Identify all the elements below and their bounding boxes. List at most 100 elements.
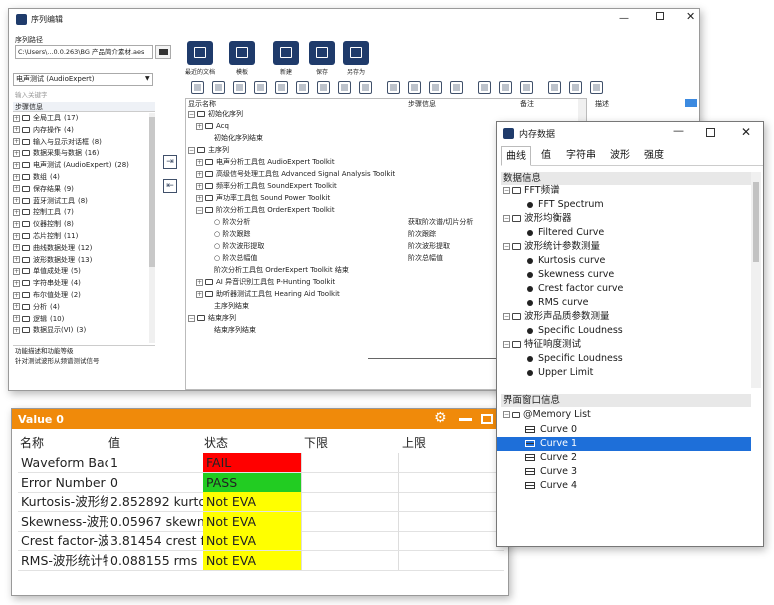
redo-icon[interactable]	[317, 81, 330, 94]
step-category[interactable]: + 数据采集与数据 (16)	[13, 148, 99, 158]
expand-icon[interactable]: +	[196, 278, 203, 286]
expand-icon[interactable]: +	[13, 126, 20, 134]
step-category[interactable]: + 保存结果 (9)	[13, 184, 74, 194]
expand-icon[interactable]: +	[13, 244, 20, 252]
expand-all-icon[interactable]	[212, 81, 225, 94]
expand-icon[interactable]: +	[13, 326, 20, 334]
data-tree-item[interactable]: − FFT频谱	[503, 184, 560, 198]
expand-icon[interactable]: +	[13, 279, 20, 287]
data-tree-item[interactable]: Specific Loudness	[527, 352, 623, 366]
move-left-button[interactable]: ⇤	[163, 179, 177, 193]
collapse-icon[interactable]: −	[503, 341, 510, 348]
data-tree-item[interactable]: Upper Limit	[527, 366, 593, 380]
step-category[interactable]: + 芯片控制 (11)	[13, 231, 78, 241]
curve-item[interactable]: Curve 4	[497, 479, 751, 493]
save-as-button[interactable]	[343, 41, 369, 65]
curve-item[interactable]: Curve 2	[497, 451, 751, 465]
toolkit-combobox[interactable]: 电声测试 (AudioExpert)	[13, 73, 153, 86]
step-category[interactable]: + 单值成处理 (5)	[13, 266, 81, 276]
expand-icon[interactable]: +	[13, 114, 20, 122]
step-category[interactable]: + 波形数据处理 (13)	[13, 255, 92, 265]
collapse-icon[interactable]: −	[196, 206, 203, 214]
tab-2[interactable]: 字符串	[561, 146, 601, 166]
chart-icon[interactable]	[450, 81, 463, 94]
expand-icon[interactable]: +	[196, 158, 203, 166]
expand-icon[interactable]: +	[13, 173, 20, 181]
step-category[interactable]: + 仪器控制 (8)	[13, 219, 74, 229]
move-right-button[interactable]: ⇥	[163, 155, 177, 169]
curve-item[interactable]: Curve 3	[497, 465, 751, 479]
collapse-icon[interactable]: −	[188, 110, 195, 118]
close-button[interactable]: ✕	[741, 125, 751, 139]
data-tree-item[interactable]: − 特征响度测试	[503, 338, 581, 352]
browse-button[interactable]	[155, 45, 171, 59]
delete-icon[interactable]	[359, 81, 372, 94]
expand-icon[interactable]: +	[13, 197, 20, 205]
expand-icon[interactable]: +	[13, 220, 20, 228]
step-category[interactable]: + 布尔值处理 (2)	[13, 290, 81, 300]
data-tree-item[interactable]: Specific Loudness	[527, 324, 623, 338]
data-tree-item[interactable]: − 波形统计参数测量	[503, 240, 600, 254]
check-icon[interactable]	[478, 81, 491, 94]
collapse-icon[interactable]: −	[503, 313, 510, 320]
expand-icon[interactable]: +	[196, 194, 203, 202]
step-category[interactable]: + 电声测试 (AudioExpert) (28)	[13, 160, 129, 170]
step-category[interactable]: + 全局工具 (17)	[13, 113, 78, 123]
step-category[interactable]: + 曲线数据处理 (12)	[13, 243, 92, 253]
target-icon[interactable]	[408, 81, 421, 94]
save-button[interactable]	[309, 41, 335, 65]
search-input[interactable]: 输入关键字	[13, 89, 153, 100]
folder-button[interactable]	[187, 41, 213, 65]
expand-icon[interactable]: +	[13, 267, 20, 275]
collapse-icon[interactable]: −	[503, 243, 510, 250]
collapse-icon[interactable]: −	[503, 411, 510, 418]
calendar-icon[interactable]	[548, 81, 561, 94]
step-category[interactable]: + 输入与显示对话框 (8)	[13, 137, 102, 147]
tab-1[interactable]: 值	[535, 146, 557, 166]
step-category[interactable]: + 蓝牙测试工具 (8)	[13, 196, 88, 206]
view-icon[interactable]	[387, 81, 400, 94]
curve-item[interactable]: Curve 1	[497, 437, 751, 451]
expand-icon[interactable]: +	[13, 185, 20, 193]
expand-icon[interactable]: +	[13, 291, 20, 299]
expand-icon[interactable]: +	[13, 315, 20, 323]
collapse-icon[interactable]: −	[188, 146, 195, 154]
sequence-row[interactable]: − 初始化序列	[188, 109, 578, 120]
expand-icon[interactable]: +	[196, 182, 203, 190]
expand-icon[interactable]: +	[13, 149, 20, 157]
insert-icon[interactable]	[275, 81, 288, 94]
expand-icon[interactable]: +	[13, 303, 20, 311]
grid-icon[interactable]	[569, 81, 582, 94]
maximize-button[interactable]	[656, 12, 664, 20]
expand-icon[interactable]: +	[13, 256, 20, 264]
close-button[interactable]: ✕	[686, 10, 695, 23]
expand-icon[interactable]: +	[13, 232, 20, 240]
step-category[interactable]: + 分析 (4)	[13, 302, 60, 312]
tab-3[interactable]: 波形	[605, 146, 635, 166]
step-category[interactable]: + 控制工具 (7)	[13, 207, 74, 217]
desc-dropdown[interactable]	[685, 99, 697, 107]
minimize-icon[interactable]	[459, 418, 472, 421]
expand-icon[interactable]: +	[196, 290, 203, 298]
expand-icon[interactable]: +	[196, 170, 203, 178]
step-tree-scrollbar[interactable]	[149, 113, 155, 343]
tab-4[interactable]: 强度	[639, 146, 669, 166]
data-tree-item[interactable]: − 波形均衡器	[503, 212, 572, 226]
new-button[interactable]	[273, 41, 299, 65]
maximize-icon[interactable]	[481, 414, 493, 424]
undo-icon[interactable]	[296, 81, 309, 94]
list-icon[interactable]	[429, 81, 442, 94]
data-tree-item[interactable]: RMS curve	[527, 296, 588, 310]
tab-0[interactable]: 曲线	[501, 146, 531, 166]
step-category[interactable]: + 内存操作 (4)	[13, 125, 74, 135]
clear-icon[interactable]	[338, 81, 351, 94]
data-tree-item[interactable]: Kurtosis curve	[527, 254, 605, 268]
minimize-button[interactable]: —	[619, 13, 629, 24]
expand-icon[interactable]: +	[196, 122, 203, 130]
id-icon[interactable]	[590, 81, 603, 94]
data-tree-item[interactable]: Skewness curve	[527, 268, 614, 282]
settings-icon[interactable]	[520, 81, 533, 94]
expand-icon[interactable]: +	[13, 138, 20, 146]
block-icon[interactable]	[499, 81, 512, 94]
collapse-icon[interactable]: −	[503, 187, 510, 194]
